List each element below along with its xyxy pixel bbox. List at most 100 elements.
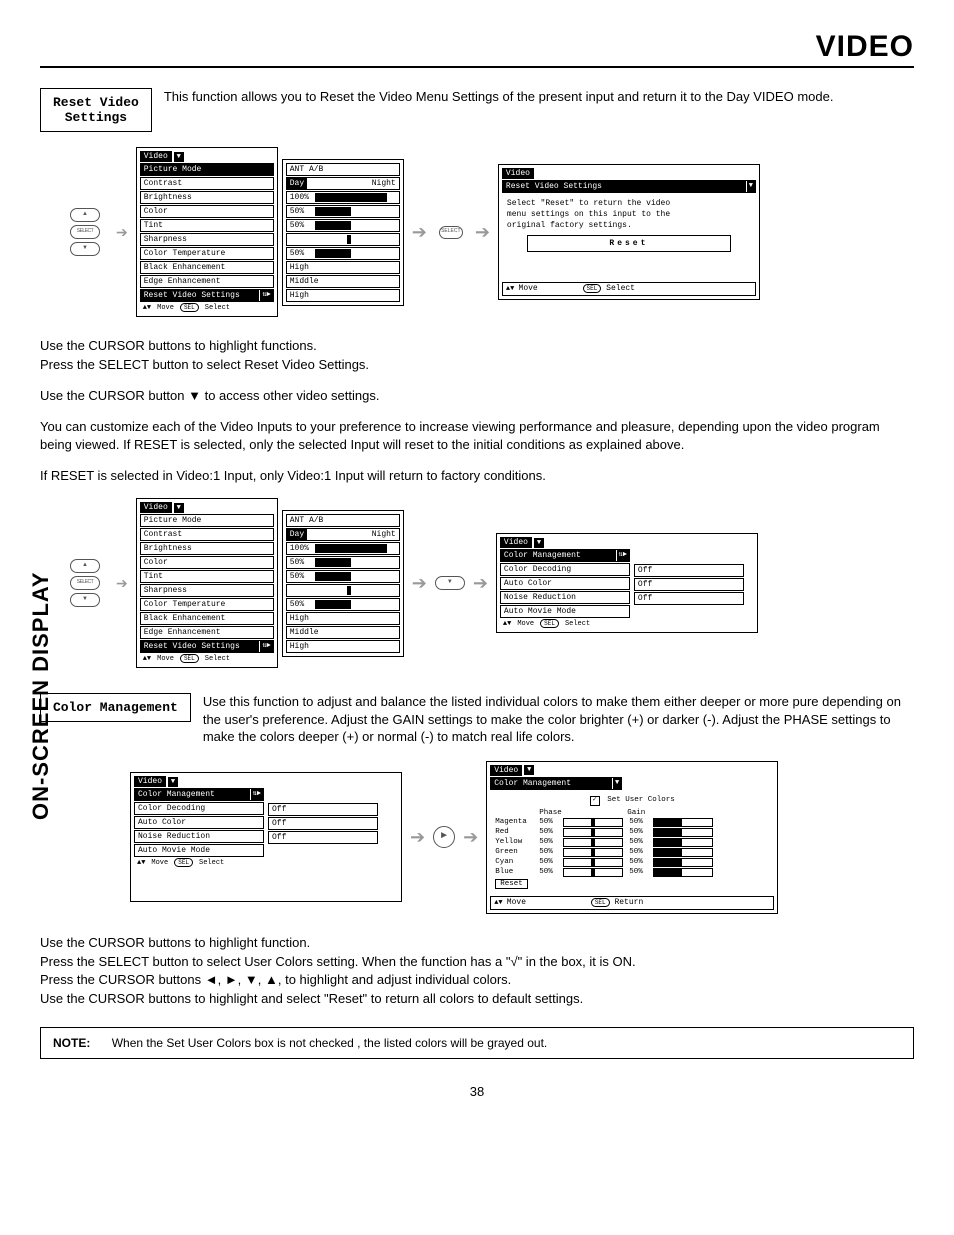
select-button[interactable]: SELECT [70,225,100,239]
menu-item[interactable]: Edge Enhancement [140,275,274,288]
gain-bar[interactable] [653,858,713,867]
value-color-temp: High [286,612,400,625]
up-button[interactable]: ▲ [70,208,100,222]
up-button[interactable]: ▲ [70,559,100,573]
reset-text: menu settings on this input to the [507,209,751,220]
gain-bar[interactable] [653,868,713,877]
menu-item[interactable]: Color Temperature [140,598,274,611]
phase-bar[interactable] [563,858,623,867]
osd-reset-confirm: Video Reset Video Settings▼ Select "Rese… [498,164,760,301]
menu-item[interactable]: Black Enhancement [140,612,274,625]
menu-item[interactable]: Picture Mode [140,514,274,527]
gain-bar[interactable] [653,818,713,827]
color-row[interactable]: Cyan50%50% [495,858,769,867]
color-mgmt-desc: Use this function to adjust and balance … [203,693,914,746]
menu-item[interactable]: Brightness [140,191,274,204]
menu-item[interactable]: Auto Color [134,816,264,829]
osd-row-reset: ▲ SELECT ▼ ➔ Video ▼ Picture Mode Contra… [70,147,914,317]
down-button[interactable]: ▼ [70,593,100,607]
menu-item[interactable]: Auto Movie Mode [500,605,630,618]
gain-val: 50% [629,838,647,846]
menu-item[interactable]: Noise Reduction [134,830,264,843]
color-mgmt-item[interactable]: Color Management⇅► [500,549,630,562]
checkbox-icon[interactable]: ✓ [590,796,600,806]
menu-item[interactable]: Contrast [140,177,274,190]
color-name: Yellow [495,838,533,846]
osd-values-2: ANT A/B Day Night 100% 50% 50% 50% High … [282,510,404,657]
menu-item[interactable]: Color [140,205,274,218]
color-row[interactable]: Red50%50% [495,828,769,837]
menu-item[interactable]: Auto Movie Mode [134,844,264,857]
value-off: Off [268,831,378,844]
osd-title: Video [500,537,532,548]
menu-item[interactable]: Sharpness [140,233,274,246]
select-button[interactable]: SELECT [439,226,463,239]
down-arrow-icon: ▼ [524,765,534,775]
menu-item-reset[interactable]: Reset Video Settings⇅► [140,289,274,302]
down-arrow-icon: ▼ [168,777,178,787]
menu-item[interactable]: Color Temperature [140,247,274,260]
section-color-mgmt: Color Management Use this function to ad… [40,693,914,746]
menu-item[interactable]: Noise Reduction [500,591,630,604]
color-row[interactable]: Blue50%50% [495,868,769,877]
menu-item[interactable]: Tint [140,570,274,583]
value-sharpness: 50% [286,598,400,611]
phase-bar[interactable] [563,848,623,857]
color-name: Magenta [495,818,533,826]
reset-text: Select "Reset" to return the video [507,198,751,209]
value-brightness: 50% [286,205,400,218]
gain-bar[interactable] [653,828,713,837]
color-mgmt-label: Color Management [40,693,191,722]
osd-title: Video [140,151,172,162]
phase-bar[interactable] [563,828,623,837]
phase-val: 50% [539,838,557,846]
color-mgmt-item[interactable]: Color Management⇅► [134,788,264,801]
reset-subtitle: Reset Video Settings▼ [502,180,756,193]
phase-bar[interactable] [563,868,623,877]
gain-val: 50% [629,858,647,866]
color-reset-button[interactable]: Reset [495,879,528,889]
gain-val: 50% [629,868,647,876]
value-off: Off [634,578,744,591]
arrow-icon: ➔ [473,573,488,594]
color-row[interactable]: Magenta50%50% [495,818,769,827]
color-row[interactable]: Green50%50% [495,848,769,857]
menu-item-reset[interactable]: Reset Video Settings⇅► [140,640,274,653]
value-off: Off [268,803,378,816]
menu-item[interactable]: Black Enhancement [140,261,274,274]
gain-bar[interactable] [653,848,713,857]
color-grid-header: Phase Gain [539,809,769,817]
phase-val: 50% [539,868,557,876]
osd-values: ANT A/B Day Night 100% 50% 50% 50% High … [282,159,404,306]
value-color: 50% [286,219,400,232]
menu-item[interactable]: Color Decoding [134,802,264,815]
osd-hint: ▲▼Move SELSelect [500,618,630,629]
note-box: NOTE: When the Set User Colors box is no… [40,1027,914,1059]
down-button[interactable]: ▼ [70,242,100,256]
value-color-temp: High [286,261,400,274]
osd-hint-bar: ▲▼ Move SEL Return [490,896,774,910]
menu-item[interactable]: Auto Color [500,577,630,590]
arrow-icon: ➔ [116,224,128,241]
menu-item[interactable]: Sharpness [140,584,274,597]
menu-item[interactable]: Color [140,556,274,569]
down-button[interactable]: ▼ [435,576,465,590]
menu-item[interactable]: Color Decoding [500,563,630,576]
menu-item[interactable]: Brightness [140,542,274,555]
osd-hint: ▲▼Move SELSelect [140,653,274,664]
value-contrast: 100% [286,191,400,204]
color-row[interactable]: Yellow 50% 50% [495,838,769,847]
menu-item[interactable]: Tint [140,219,274,232]
select-button[interactable]: SELECT [70,576,100,590]
phase-val: 50% [539,858,557,866]
phase-bar[interactable] [563,838,623,847]
menu-item[interactable]: Contrast [140,528,274,541]
gain-bar[interactable] [653,838,713,847]
value-sharpness: 50% [286,247,400,260]
reset-button[interactable]: Reset [527,235,731,252]
note-label: NOTE: [53,1036,90,1050]
phase-bar[interactable] [563,818,623,827]
menu-item[interactable]: Edge Enhancement [140,626,274,639]
right-button[interactable]: ► [433,826,455,848]
menu-item[interactable]: Picture Mode [140,163,274,176]
